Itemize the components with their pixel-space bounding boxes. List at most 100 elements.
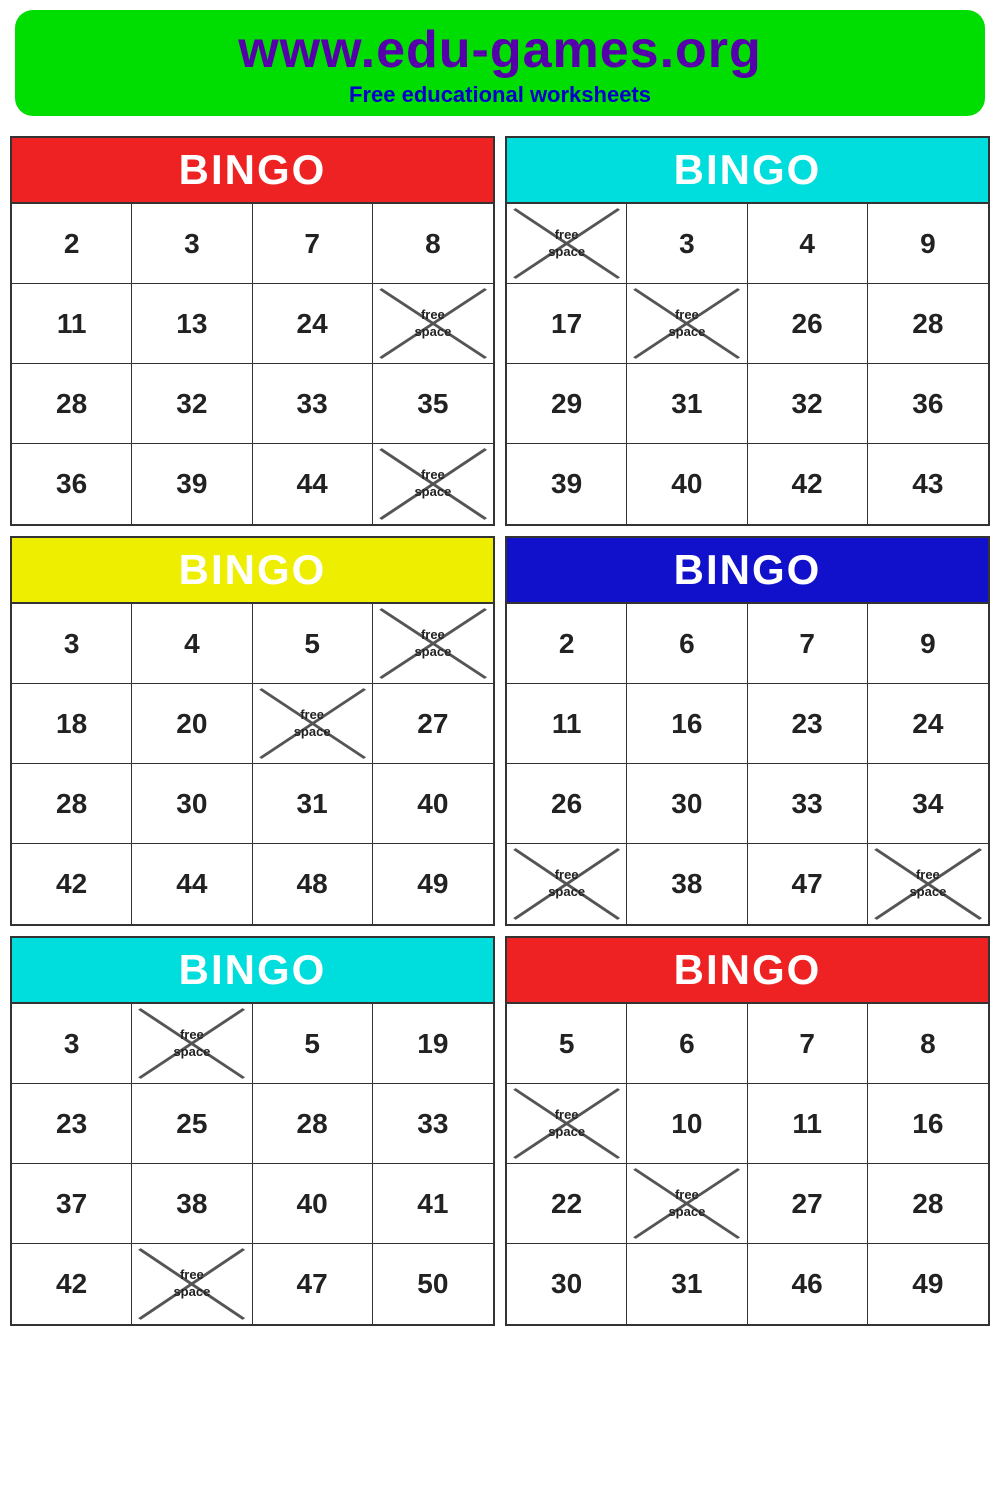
cell-3-1-1: 20	[132, 684, 252, 764]
cell-2-3-0: 39	[507, 444, 627, 524]
bingo-board-4: BINGO26791116232426303334 freespace 3847	[505, 536, 990, 926]
cell-2-2-3: 36	[868, 364, 988, 444]
cell-5-3-3: 50	[373, 1244, 493, 1324]
cell-1-1-1: 13	[132, 284, 252, 364]
cell-2-1-1: freespace	[627, 284, 747, 364]
free-space-label: freespace	[548, 227, 585, 261]
cell-3-2-1: 30	[132, 764, 252, 844]
cell-2-3-2: 42	[748, 444, 868, 524]
cell-6-3-2: 46	[748, 1244, 868, 1324]
cell-6-3-1: 31	[627, 1244, 747, 1324]
cell-6-1-1: 10	[627, 1084, 747, 1164]
cell-4-3-1: 38	[627, 844, 747, 924]
cell-1-2-3: 35	[373, 364, 493, 444]
bingo-header-6: BINGO	[507, 938, 988, 1002]
free-space-label: freespace	[414, 627, 451, 661]
cell-5-3-0: 42	[12, 1244, 132, 1324]
cell-6-2-1: freespace	[627, 1164, 747, 1244]
cell-2-2-1: 31	[627, 364, 747, 444]
cell-4-2-0: 26	[507, 764, 627, 844]
cell-3-0-0: 3	[12, 604, 132, 684]
cell-6-0-0: 5	[507, 1004, 627, 1084]
cell-6-1-3: 16	[868, 1084, 988, 1164]
site-url: www.edu-games.org	[25, 20, 975, 80]
cell-5-1-2: 28	[253, 1084, 373, 1164]
bingo-grid-3: 345 freespace 1820	[12, 602, 493, 924]
free-space-label: freespace	[668, 1187, 705, 1221]
cell-3-1-3: 27	[373, 684, 493, 764]
cell-4-2-3: 34	[868, 764, 988, 844]
cell-6-3-3: 49	[868, 1244, 988, 1324]
bingo-board-2: BINGO freespace 34917	[505, 136, 990, 526]
cell-3-0-1: 4	[132, 604, 252, 684]
cell-5-2-2: 40	[253, 1164, 373, 1244]
bingo-board-6: BINGO5678 freespace 10111622	[505, 936, 990, 1326]
cell-2-0-2: 4	[748, 204, 868, 284]
cell-3-2-3: 40	[373, 764, 493, 844]
cell-4-2-2: 33	[748, 764, 868, 844]
bingo-header-2: BINGO	[507, 138, 988, 202]
cell-1-3-2: 44	[253, 444, 373, 524]
cell-3-3-2: 48	[253, 844, 373, 924]
cell-5-3-1: freespace	[132, 1244, 252, 1324]
cell-1-0-3: 8	[373, 204, 493, 284]
cell-3-2-0: 28	[12, 764, 132, 844]
cell-1-2-2: 33	[253, 364, 373, 444]
cell-5-1-1: 25	[132, 1084, 252, 1164]
cell-5-2-1: 38	[132, 1164, 252, 1244]
cell-1-2-1: 32	[132, 364, 252, 444]
cell-1-2-0: 28	[12, 364, 132, 444]
cell-3-0-3: freespace	[373, 604, 493, 684]
cell-3-1-2: freespace	[253, 684, 373, 764]
free-space-label: freespace	[548, 1107, 585, 1141]
cell-1-3-3: freespace	[373, 444, 493, 524]
cell-3-3-0: 42	[12, 844, 132, 924]
cell-4-1-3: 24	[868, 684, 988, 764]
cell-1-3-0: 36	[12, 444, 132, 524]
cell-4-1-1: 16	[627, 684, 747, 764]
bingo-grid-4: 26791116232426303334 freespace 3847	[507, 602, 988, 924]
cell-6-2-3: 28	[868, 1164, 988, 1244]
cell-2-3-3: 43	[868, 444, 988, 524]
cell-2-0-1: 3	[627, 204, 747, 284]
cell-6-0-1: 6	[627, 1004, 747, 1084]
cell-5-0-1: freespace	[132, 1004, 252, 1084]
cell-6-3-0: 30	[507, 1244, 627, 1324]
free-space-label: freespace	[173, 1267, 210, 1301]
bingo-grid-6: 5678 freespace 10111622	[507, 1002, 988, 1324]
cell-1-1-2: 24	[253, 284, 373, 364]
free-space-label: freespace	[294, 707, 331, 741]
cell-1-0-1: 3	[132, 204, 252, 284]
bingo-header-4: BINGO	[507, 538, 988, 602]
cell-4-1-2: 23	[748, 684, 868, 764]
free-space-label: freespace	[414, 467, 451, 501]
bingo-header-1: BINGO	[12, 138, 493, 202]
cell-2-0-3: 9	[868, 204, 988, 284]
cell-6-2-2: 27	[748, 1164, 868, 1244]
cell-1-1-0: 11	[12, 284, 132, 364]
cell-4-3-0: freespace	[507, 844, 627, 924]
bingo-grid-5: 3 freespace 519232528333738404142	[12, 1002, 493, 1324]
cell-5-2-3: 41	[373, 1164, 493, 1244]
cell-4-3-2: 47	[748, 844, 868, 924]
page-header: www.edu-games.org Free educational works…	[15, 10, 985, 116]
cell-3-2-2: 31	[253, 764, 373, 844]
cell-5-1-0: 23	[12, 1084, 132, 1164]
cell-3-3-3: 49	[373, 844, 493, 924]
cell-6-1-2: 11	[748, 1084, 868, 1164]
cell-3-3-1: 44	[132, 844, 252, 924]
cell-5-0-3: 19	[373, 1004, 493, 1084]
bingo-header-3: BINGO	[12, 538, 493, 602]
cell-3-1-0: 18	[12, 684, 132, 764]
site-subtitle: Free educational worksheets	[25, 82, 975, 108]
bingo-board-3: BINGO345 freespace 1820	[10, 536, 495, 926]
free-space-label: freespace	[548, 867, 585, 901]
cell-1-0-2: 7	[253, 204, 373, 284]
cell-4-3-3: freespace	[868, 844, 988, 924]
cell-5-1-3: 33	[373, 1084, 493, 1164]
bingo-header-5: BINGO	[12, 938, 493, 1002]
cell-2-1-2: 26	[748, 284, 868, 364]
bingo-board-1: BINGO2378111324 freespace 28323335363944	[10, 136, 495, 526]
free-space-label: freespace	[909, 867, 946, 901]
cell-2-0-0: freespace	[507, 204, 627, 284]
